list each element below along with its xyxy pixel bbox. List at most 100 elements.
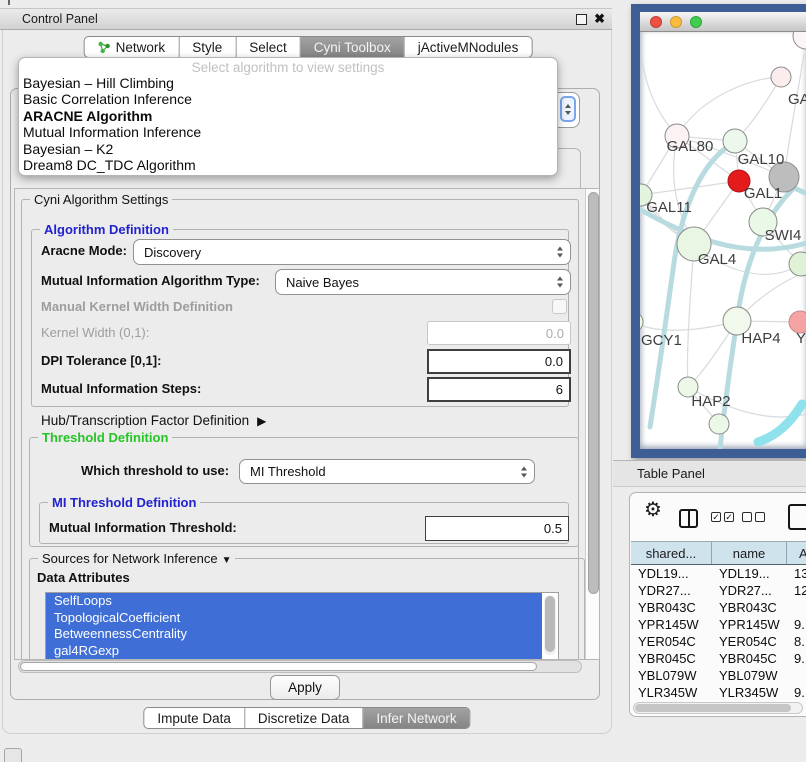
column-header-a[interactable]: A xyxy=(787,542,806,564)
mi-steps-label: Mutual Information Steps: xyxy=(41,381,201,397)
network-icon xyxy=(98,41,111,54)
deselect-checkbox-icon[interactable] xyxy=(755,512,765,522)
attribute-item-betweennesscentrality[interactable]: BetweennessCentrality xyxy=(46,626,542,643)
scrollbar-thumb[interactable] xyxy=(588,192,599,594)
table-cell: YLR345W xyxy=(631,684,712,701)
attribute-item-selfloops[interactable]: SelfLoops xyxy=(46,593,542,610)
mi-type-combobox[interactable]: Naive Bayes xyxy=(275,269,571,295)
new-table-icon[interactable] xyxy=(788,504,806,530)
sources-title[interactable]: Sources for Network Inference▼ xyxy=(38,551,235,568)
network-node-3[interactable] xyxy=(723,129,747,153)
kernel-width-input[interactable]: 0.0 xyxy=(427,321,571,345)
scrollbar-thumb[interactable] xyxy=(20,662,537,671)
table-row[interactable]: YBR043CYBR043C xyxy=(631,599,806,616)
expand-arrow-icon[interactable]: ▶ xyxy=(257,414,266,428)
table-row[interactable]: YDL19...YDL19...13 xyxy=(631,565,806,582)
settings-vertical-scrollbar[interactable] xyxy=(585,189,600,659)
select-all-checkbox-icon[interactable]: ✓ xyxy=(724,512,734,522)
network-node-0[interactable] xyxy=(793,32,806,49)
collapse-arrow-icon[interactable]: ▼ xyxy=(222,555,232,566)
network-canvas[interactable]: GALGAL80GAL10GAL1GAL11SWI4GAL4GCY1HAP4YH… xyxy=(640,32,806,449)
close-light-icon[interactable] xyxy=(650,16,662,28)
table-cell: 9. xyxy=(787,684,806,701)
algorithm-option-aracne-algorithm[interactable]: ARACNE Algorithm xyxy=(19,108,557,124)
table-header-row[interactable]: shared...nameA xyxy=(631,541,806,565)
table-cell: YBR045C xyxy=(712,650,787,667)
hub-definition-toggle[interactable]: Hub/Transcription Factor Definition▶ xyxy=(41,413,266,429)
scrollbar-thumb[interactable] xyxy=(635,704,791,712)
mi-steps-input[interactable]: 6 xyxy=(427,377,571,402)
network-edge[interactable] xyxy=(677,77,781,136)
data-attributes-list[interactable]: SelfLoopsTopologicalCoefficientBetweenne… xyxy=(45,592,559,660)
select-all-checkbox-icon[interactable]: ✓ xyxy=(711,512,721,522)
network-edge[interactable] xyxy=(642,60,677,136)
algorithm-option-bayesian-hill-climbing[interactable]: Bayesian – Hill Climbing xyxy=(19,75,557,91)
tab-infer-network[interactable]: Infer Network xyxy=(363,708,469,728)
network-node-1[interactable] xyxy=(771,67,791,87)
attribute-item-gal4rgexp[interactable]: gal4RGexp xyxy=(46,643,542,660)
table-row[interactable]: YLR345WYLR345W9. xyxy=(631,684,806,701)
algorithm-option-mutual-information-inference[interactable]: Mutual Information Inference xyxy=(19,124,557,140)
list-scrollbar[interactable] xyxy=(544,595,556,655)
aracne-mode-combobox[interactable]: Discovery xyxy=(133,239,571,265)
minimize-light-icon[interactable] xyxy=(670,16,682,28)
deselect-checkbox-icon[interactable] xyxy=(742,512,752,522)
table-cell xyxy=(787,667,806,684)
algorithm-option-basic-correlation-inference[interactable]: Basic Correlation Inference xyxy=(19,91,557,107)
network-graph[interactable]: GALGAL80GAL10GAL1GAL11SWI4GAL4GCY1HAP4YH… xyxy=(640,32,806,449)
table-cell: YBL079W xyxy=(712,667,787,684)
table-cell: YBL079W xyxy=(631,667,712,684)
tab-jactivemnodules[interactable]: jActiveMNodules xyxy=(405,37,532,57)
gear-icon[interactable]: ⚙ xyxy=(644,497,662,522)
table-row[interactable]: YBL079WYBL079W xyxy=(631,667,806,684)
network-window-titlebar[interactable] xyxy=(640,12,806,32)
table-cell: 12 xyxy=(787,582,806,599)
collapsed-panel-button[interactable] xyxy=(4,748,22,762)
table-panel-body: ⚙ ✓ ✓ shared...nameA YDL19...YDL19...13Y… xyxy=(629,492,806,717)
apply-button[interactable]: Apply xyxy=(270,675,340,700)
zoom-light-icon[interactable] xyxy=(690,16,702,28)
dpi-tolerance-input[interactable]: 0.0 xyxy=(427,349,571,374)
node-label-gal80: GAL80 xyxy=(667,138,714,155)
attribute-item-topologicalcoefficient[interactable]: TopologicalCoefficient xyxy=(46,610,542,627)
algorithm-option-bayesian-k2[interactable]: Bayesian – K2 xyxy=(19,141,557,157)
float-icon[interactable] xyxy=(576,14,587,25)
close-icon[interactable]: ✖ xyxy=(594,11,605,27)
network-view-frame[interactable]: GALGAL80GAL10GAL1GAL11SWI4GAL4GCY1HAP4YH… xyxy=(631,4,806,458)
tab-select[interactable]: Select xyxy=(236,37,301,57)
manual-kernel-label: Manual Kernel Width Definition xyxy=(41,299,233,315)
settings-horizontal-scrollbar[interactable] xyxy=(18,660,582,673)
node-label-gal: GAL xyxy=(788,91,806,108)
table-row[interactable]: YPR145WYPR145W9. xyxy=(631,616,806,633)
algorithm-option-dream8-dc-tdc-algorithm[interactable]: Dream8 DC_TDC Algorithm xyxy=(19,157,557,173)
network-edge-highlight[interactable] xyxy=(758,404,802,442)
table-row[interactable]: YBR045CYBR045C9. xyxy=(631,650,806,667)
kernel-width-value: 0.0 xyxy=(546,326,564,341)
tab-style[interactable]: Style xyxy=(179,37,236,57)
combobox-spinner-icon[interactable] xyxy=(560,96,576,122)
tab-impute-data[interactable]: Impute Data xyxy=(144,708,245,728)
which-threshold-combobox[interactable]: MI Threshold xyxy=(239,459,535,484)
network-node-9[interactable] xyxy=(789,252,806,276)
node-label-hap4: HAP4 xyxy=(741,330,780,347)
tab-discretize-data[interactable]: Discretize Data xyxy=(245,708,364,728)
table-row[interactable]: YDR27...YDR27...12 xyxy=(631,582,806,599)
column-header-shared[interactable]: shared... xyxy=(631,542,712,564)
manual-kernel-checkbox[interactable] xyxy=(552,299,567,314)
table-cell: 9. xyxy=(787,616,806,633)
table-cell: 8. xyxy=(787,633,806,650)
table-horizontal-scrollbar[interactable] xyxy=(633,702,803,714)
column-header-name[interactable]: name xyxy=(712,542,787,564)
columns-icon[interactable] xyxy=(679,509,698,528)
tab-network[interactable]: Network xyxy=(85,37,180,57)
tab-cyni-toolbox[interactable]: Cyni Toolbox xyxy=(301,37,405,57)
table-row[interactable]: YER054CYER054C8. xyxy=(631,633,806,650)
which-threshold-label: Which threshold to use: xyxy=(81,463,229,479)
mi-threshold-input[interactable]: 0.5 xyxy=(425,516,569,541)
network-node-10[interactable] xyxy=(640,312,643,332)
network-node-14[interactable] xyxy=(709,414,729,434)
network-edge[interactable] xyxy=(687,244,694,387)
node-label-gcy1: GCY1 xyxy=(641,332,682,349)
network-edge[interactable] xyxy=(641,181,739,195)
network-edge[interactable] xyxy=(640,195,641,322)
